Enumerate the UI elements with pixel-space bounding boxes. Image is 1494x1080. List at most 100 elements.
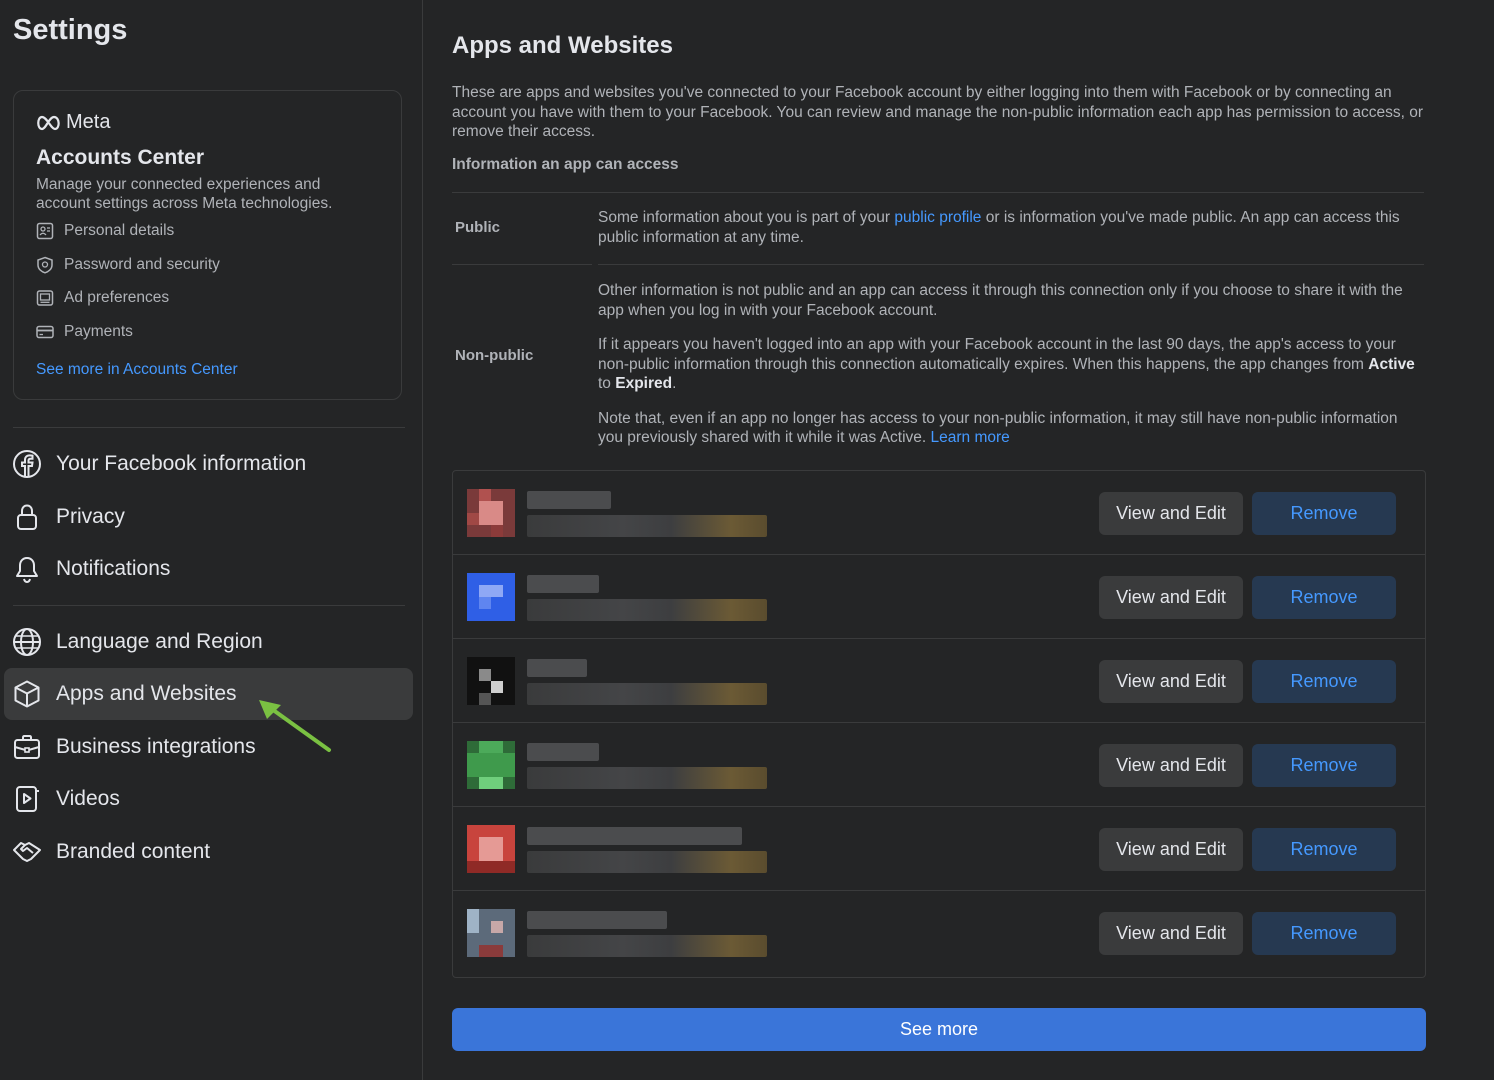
nav-business-integrations[interactable]: Business integrations [4,721,413,773]
id-card-icon [36,222,54,240]
see-more-button[interactable]: See more [452,1008,1426,1051]
nav-label: Apps and Websites [56,682,237,705]
app-details-redacted [527,599,767,621]
app-details-redacted [527,935,767,957]
nav-branded-content[interactable]: Branded content [4,826,413,878]
remove-button[interactable]: Remove [1252,828,1396,871]
app-icon [467,573,515,621]
table-divider [452,264,592,265]
app-icon [467,825,515,873]
app-icon [467,909,515,957]
see-more-accounts-center-link[interactable]: See more in Accounts Center [36,361,238,379]
credit-card-icon [36,325,54,339]
accounts-center-card[interactable]: Meta Accounts Center Manage your connect… [13,90,402,400]
remove-button[interactable]: Remove [1252,744,1396,787]
nav-your-facebook-information[interactable]: Your Facebook information [4,438,413,490]
view-edit-button[interactable]: View and Edit [1099,744,1243,787]
ac-item-label: Payments [64,323,133,340]
ac-item-personal-details[interactable]: Personal details [36,222,174,240]
para2-before: If it appears you haven't logged into an… [598,336,1396,373]
app-details-redacted [527,515,767,537]
view-edit-button[interactable]: View and Edit [1099,912,1243,955]
app-name-redacted [527,911,667,929]
nav-notifications[interactable]: Notifications [4,543,413,595]
public-text-before: Some information about you is part of yo… [598,209,895,226]
intro-text: These are apps and websites you've conne… [452,84,1424,140]
sidebar-divider [13,427,405,428]
sidebar-divider [13,605,405,606]
settings-sidebar: Settings Meta Accounts Center Manage you… [0,0,423,1080]
learn-more-link[interactable]: Learn more [931,429,1010,446]
para2-mid: to [598,375,616,392]
main-content: Apps and Websites These are apps and web… [423,0,1494,1080]
app-row: View and Edit Remove [453,471,1425,555]
shield-icon [37,256,53,274]
bell-icon [16,557,38,584]
non-public-description: Other information is not public and an a… [598,281,1424,463]
annotation-arrow-icon [259,700,331,752]
monitor-icon [36,290,54,306]
ac-item-payments[interactable]: Payments [36,323,133,341]
app-row: View and Edit Remove [453,891,1425,975]
video-icon [16,786,39,812]
lock-icon [17,504,37,530]
non-public-para-1: Other information is not public and an a… [598,282,1403,319]
handshake-icon [13,842,41,862]
app-name-redacted [527,575,599,593]
remove-button[interactable]: Remove [1252,660,1396,703]
non-public-label: Non-public [455,347,534,364]
table-divider [452,192,1424,193]
accounts-center-description: Manage your connected experiences and ac… [36,176,333,212]
view-edit-button[interactable]: View and Edit [1099,492,1243,535]
app-name-redacted [527,659,587,677]
remove-button[interactable]: Remove [1252,912,1396,955]
meta-logo: Meta [36,111,110,134]
table-divider [598,264,1424,265]
view-edit-button[interactable]: View and Edit [1099,660,1243,703]
view-edit-button[interactable]: View and Edit [1099,828,1243,871]
ac-item-label: Personal details [64,222,175,239]
app-name-redacted [527,743,599,761]
nav-label: Your Facebook information [56,452,307,475]
facebook-icon [13,450,41,478]
meta-infinity-icon [37,115,60,130]
info-heading: Information an app can access [452,156,679,173]
app-icon [467,741,515,789]
view-edit-button[interactable]: View and Edit [1099,576,1243,619]
ac-item-password-security[interactable]: Password and security [36,256,220,274]
ac-item-label: Ad preferences [64,289,170,306]
app-icon [467,489,515,537]
ac-item-ad-preferences[interactable]: Ad preferences [36,289,169,307]
sidebar-title: Settings [13,14,128,46]
app-row: View and Edit Remove [453,807,1425,891]
nav-label: Notifications [56,557,171,580]
nav-apps-websites[interactable]: Apps and Websites [4,668,413,720]
cube-icon [14,680,40,708]
app-row: View and Edit Remove [453,639,1425,723]
app-details-redacted [527,851,767,873]
meta-brand-text: Meta [66,111,111,133]
nav-label: Language and Region [56,630,263,653]
remove-button[interactable]: Remove [1252,576,1396,619]
ac-item-label: Password and security [64,256,220,273]
nav-videos[interactable]: Videos [4,773,413,825]
status-expired: Expired [615,375,673,392]
para2-end: . [672,375,677,392]
app-details-redacted [527,683,767,705]
public-profile-link[interactable]: public profile [894,209,981,226]
app-details-redacted [527,767,767,789]
status-active: Active [1368,355,1415,373]
public-description: Some information about you is part of yo… [598,208,1424,247]
nav-language-region[interactable]: Language and Region [4,616,413,668]
public-label: Public [455,219,501,236]
globe-icon [13,628,41,656]
remove-button[interactable]: Remove [1252,492,1396,535]
nav-privacy[interactable]: Privacy [4,491,413,543]
nav-label: Privacy [56,505,125,528]
accounts-center-title: Accounts Center [36,146,205,169]
briefcase-icon [14,735,40,759]
app-name-redacted [527,491,611,509]
connected-apps-list: View and Edit Remove View and Edit Remov… [452,470,1426,978]
nav-label: Videos [56,787,120,810]
app-row: View and Edit Remove [453,723,1425,807]
